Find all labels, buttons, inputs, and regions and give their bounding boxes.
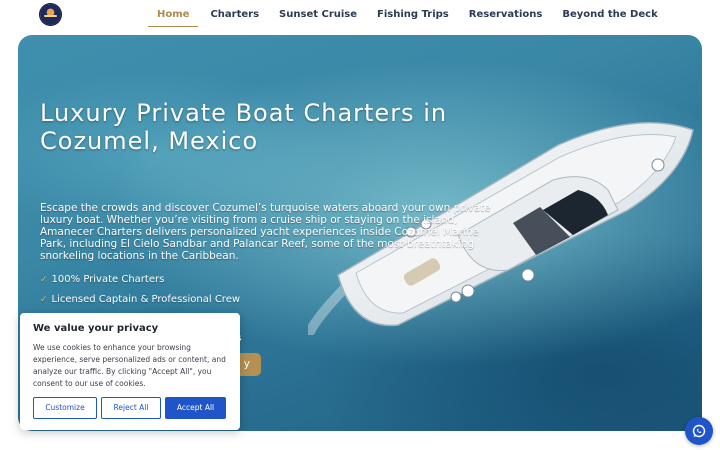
reject-all-button[interactable]: Reject All (101, 397, 161, 419)
check-icon: ✓ (40, 294, 48, 305)
nav-beyond-the-deck[interactable]: Beyond the Deck (562, 0, 657, 34)
cookie-actions: Customize Reject All Accept All (33, 397, 226, 419)
nav-sunset-cruise[interactable]: Sunset Cruise (279, 0, 357, 34)
hero-description: Escape the crowds and discover Cozumel’s… (40, 202, 491, 262)
nav-charters[interactable]: Charters (210, 0, 259, 34)
brand-logo[interactable] (40, 4, 61, 25)
chat-icon (692, 424, 706, 438)
feature-label: Licensed Captain & Professional Crew (51, 293, 241, 305)
check-icon: ✓ (40, 275, 48, 285)
site-header: Home Charters Sunset Cruise Fishing Trip… (0, 0, 720, 34)
cookie-text: We use cookies to enhance your browsing … (33, 343, 226, 388)
feature-item: ✓ Licensed Captain & Professional Crew (40, 293, 242, 313)
cookie-title: We value your privacy (33, 323, 159, 334)
feature-label: 100% Private Charters (51, 274, 165, 285)
accept-all-button[interactable]: Accept All (165, 397, 226, 419)
customize-button[interactable]: Customize (33, 397, 97, 419)
hero-title-line-1: Luxury Private Boat Charters in (40, 99, 448, 127)
nav-fishing-trips[interactable]: Fishing Trips (377, 0, 449, 34)
chat-button[interactable] (685, 417, 713, 445)
hero-title-line-2: Cozumel, Mexico (40, 127, 259, 155)
feature-item: ✓ 100% Private Charters (40, 273, 242, 293)
cookie-consent-banner: We value your privacy We use cookies to … (20, 313, 240, 430)
hero-title: Luxury Private Boat Charters in Cozumel,… (40, 99, 500, 155)
nav-reservations[interactable]: Reservations (469, 0, 543, 34)
nav-home[interactable]: Home (148, 0, 199, 27)
main-nav: Home Charters Sunset Cruise Fishing Trip… (148, 0, 678, 34)
